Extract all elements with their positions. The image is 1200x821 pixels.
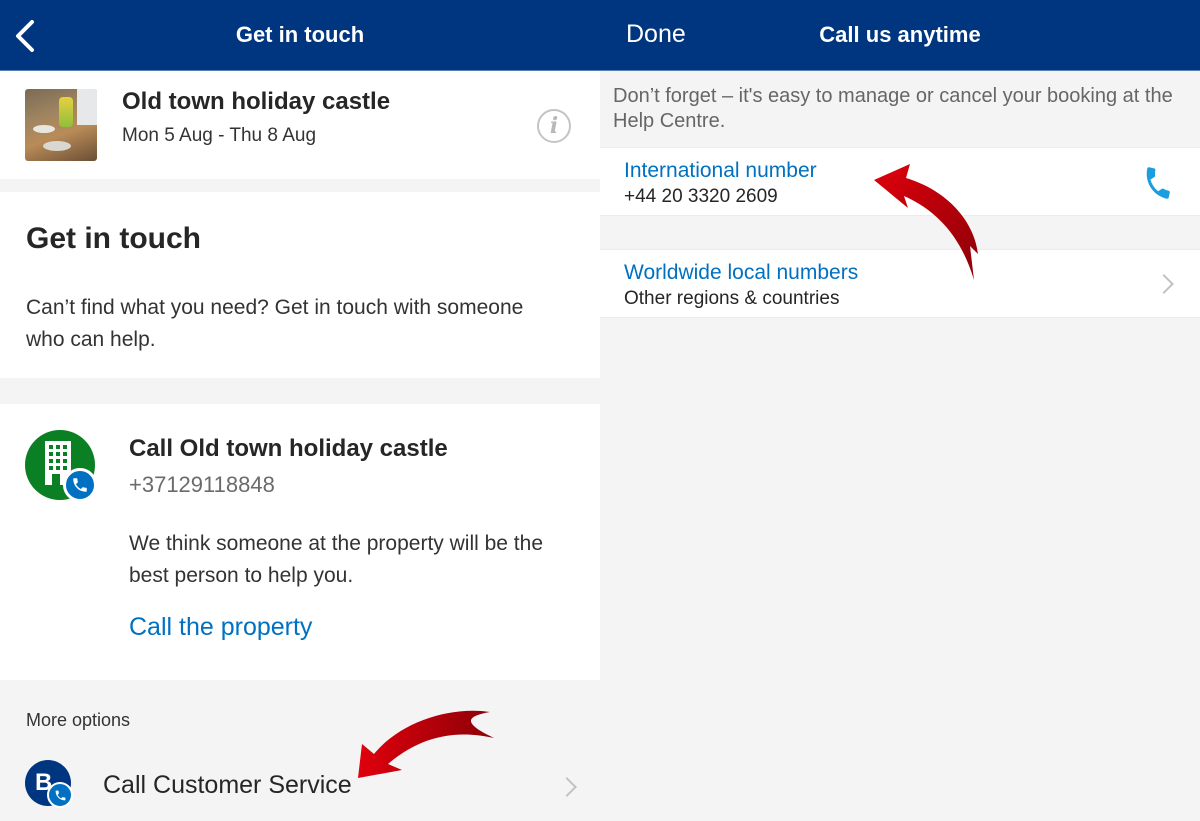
more-options-label: More options <box>26 710 131 730</box>
navbar-title: Call us anytime <box>819 22 981 47</box>
section-description: Can’t find what you need? Get in touch w… <box>26 296 524 351</box>
row-subtitle: Other regions & countries <box>624 288 840 309</box>
call-property-card: Call Old town holiday castle +3712911884… <box>0 404 600 680</box>
done-button[interactable]: Done <box>626 20 686 49</box>
booking-dates: Mon 5 Aug - Thu 8 Aug <box>122 125 317 146</box>
booking-logo-icon: B <box>25 760 73 808</box>
call-property-title: Call Old town holiday castle <box>129 435 448 462</box>
back-button[interactable] <box>12 16 42 56</box>
navbar-title: Get in touch <box>235 22 365 47</box>
building-phone-icon <box>25 430 97 502</box>
row-title: Worldwide local numbers <box>624 261 859 284</box>
call-customer-service-label: Call Customer Service <box>103 771 352 799</box>
call-property-link[interactable]: Call the property <box>129 613 312 642</box>
phone-icon[interactable] <box>1140 165 1176 201</box>
phone-badge-icon <box>63 468 97 502</box>
worldwide-local-numbers-row[interactable]: Worldwide local numbers Other regions & … <box>600 249 1200 318</box>
get-in-touch-screen: Get in touch Old town holiday castle Mon… <box>0 0 600 821</box>
info-icon[interactable]: i <box>537 109 571 143</box>
row-title: International number <box>624 159 817 182</box>
call-us-screen: Done Call us anytime Don’t forget – it's… <box>600 0 1200 821</box>
chevron-right-icon <box>1154 274 1174 294</box>
property-phone-number: +37129118848 <box>129 472 275 497</box>
call-property-description: We think someone at the property will be… <box>129 532 544 587</box>
navbar: Get in touch <box>0 0 600 71</box>
call-customer-service-row[interactable]: B Call Customer Service <box>0 750 600 821</box>
chevron-right-icon <box>557 777 577 797</box>
booking-card[interactable]: Old town holiday castle Mon 5 Aug - Thu … <box>0 71 600 179</box>
chevron-left-icon <box>16 20 34 52</box>
navbar: Done Call us anytime <box>600 0 1200 71</box>
help-centre-notice: Don’t forget – it's easy to manage or ca… <box>613 85 1173 132</box>
section-heading: Get in touch <box>26 222 201 255</box>
phone-badge-icon <box>47 782 73 808</box>
screens: Get in touch Old town holiday castle Mon… <box>0 0 1200 821</box>
get-in-touch-card: Get in touch Can’t find what you need? G… <box>0 192 600 378</box>
property-thumbnail <box>25 89 97 161</box>
property-name: Old town holiday castle <box>122 88 391 115</box>
international-phone-number: +44 20 3320 2609 <box>624 186 778 207</box>
international-number-row[interactable]: International number +44 20 3320 2609 <box>600 147 1200 216</box>
